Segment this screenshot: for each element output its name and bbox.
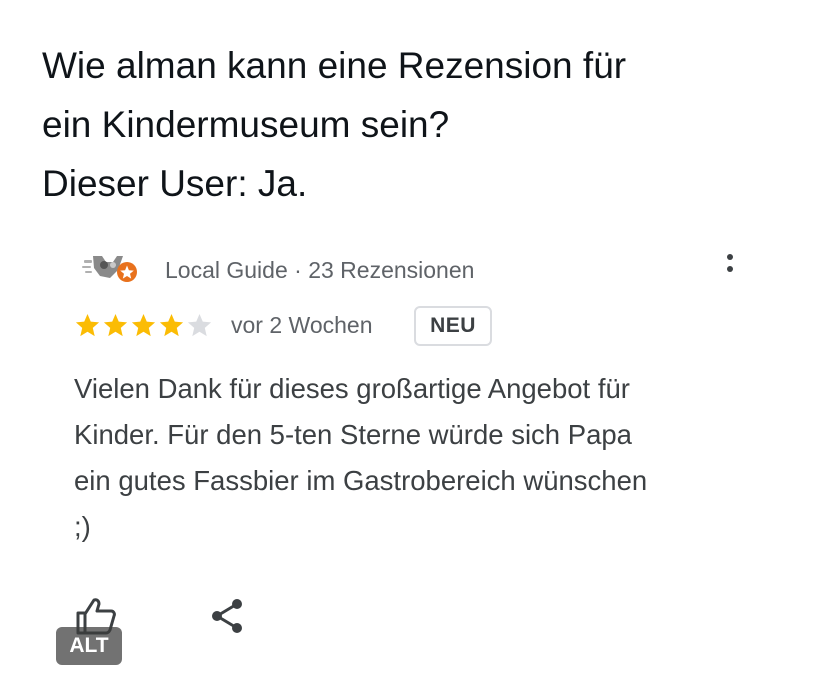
star-filled-icon xyxy=(75,314,100,337)
review-body-line-2: Kinder. Für den 5-ten Sterne würde sich … xyxy=(74,419,632,450)
review-body-line-1: Vielen Dank für dieses großartige Angebo… xyxy=(74,373,630,404)
star-filled-icon xyxy=(159,314,184,337)
star-filled-icon xyxy=(131,314,156,337)
star-rating xyxy=(74,312,213,339)
local-guide-avatar-icon xyxy=(82,256,137,282)
review-screenshot: Local Guide · 23 Rezensionen vor 2 Woche… xyxy=(0,0,828,681)
star-filled-icon xyxy=(103,314,128,337)
review-body: Vielen Dank für dieses großartige Angebo… xyxy=(74,366,774,550)
more-vertical-icon[interactable] xyxy=(718,248,742,278)
review-time: vor 2 Wochen xyxy=(231,312,373,338)
review-body-line-4: ;) xyxy=(74,511,91,542)
share-icon[interactable] xyxy=(208,596,248,636)
alt-text-badge[interactable]: ALT xyxy=(56,627,122,665)
new-badge: NEU xyxy=(414,306,492,346)
more-dot xyxy=(727,254,733,260)
author-meta: Local Guide · 23 Rezensionen xyxy=(165,257,475,283)
more-dot xyxy=(727,266,733,272)
star-empty-icon xyxy=(187,314,212,337)
review-body-line-3: ein gutes Fassbier im Gastrobereich wüns… xyxy=(74,465,648,496)
